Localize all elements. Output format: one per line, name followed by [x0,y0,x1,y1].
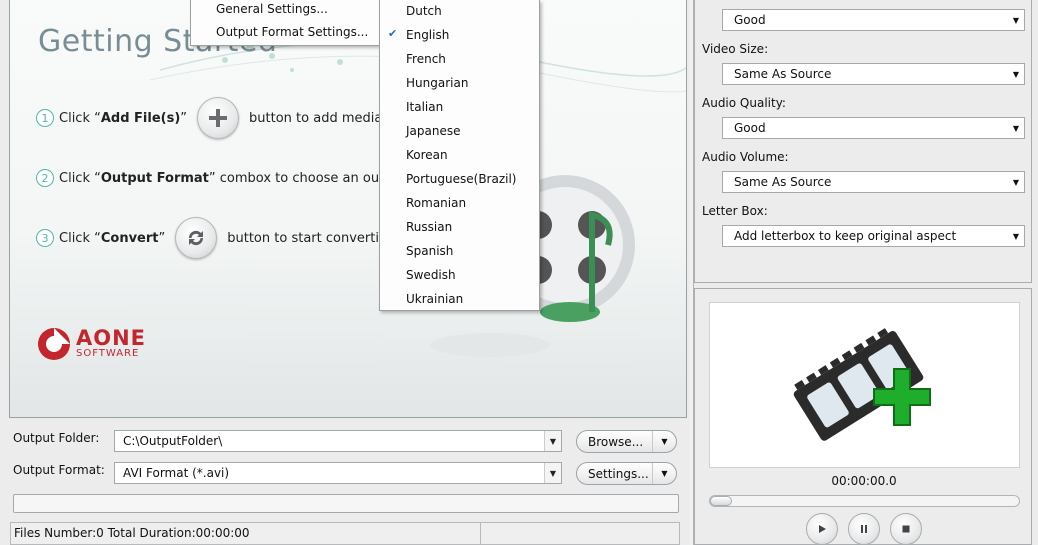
language-item-russian[interactable]: Russian [406,220,452,234]
language-item-dutch[interactable]: Dutch [406,4,442,18]
video-preview [709,302,1020,468]
aone-logo: AONE SOFTWARE [36,326,146,362]
convert-icon [189,230,204,246]
convert-button[interactable] [175,217,218,259]
aone-logo-icon [38,328,70,360]
step-number: 1 [36,109,54,127]
step-number: 2 [36,169,54,187]
menu-item-output-format-settings[interactable]: Output Format Settings... [216,25,368,39]
checkmark-icon: ✔ [388,27,398,40]
quick-settings-box: Good ▼ Video Size: Same As Source ▼ Audi… [694,0,1032,283]
step-1: 1 Click “Add File(s)” button to add medi… [36,96,413,140]
logo-name: AONE [76,326,147,350]
add-video-icon [793,328,931,441]
stop-icon [902,525,910,533]
language-item-swedish[interactable]: Swedish [406,268,456,282]
play-icon [819,525,826,533]
language-item-spanish[interactable]: Spanish [406,244,453,258]
status-text: Files Number:0 Total Duration:00:00:00 [14,526,250,540]
output-folder-value: C:\OutputFolder\ [123,434,223,448]
add-files-button[interactable] [197,97,240,139]
getting-started-panel: Getting Started 1 Click “Add File(s)” bu… [9,0,687,418]
chevron-down-icon[interactable]: ▼ [544,431,561,451]
stop-button[interactable] [890,513,922,545]
preview-time: 00:00:00.0 [831,474,897,488]
step-number: 3 [36,229,54,247]
output-folder-label: Output Folder: [13,431,100,445]
pause-icon [861,525,867,533]
chevron-down-icon[interactable]: ▼ [1013,16,1019,25]
chevron-down-icon[interactable]: ▼ [544,463,561,483]
step-3: 3 Click “Convert” button to start conver… [36,216,405,260]
language-item-japanese[interactable]: Japanese [406,124,461,138]
settings-menu: General Settings... Output Format Settin… [190,0,380,46]
language-item-portuguese[interactable]: Portuguese(Brazil) [406,172,516,186]
play-button[interactable] [806,513,838,545]
language-item-korean[interactable]: Korean [406,148,448,162]
chevron-down-icon[interactable]: ▼ [1013,124,1019,133]
chevron-down-icon[interactable]: ▼ [1013,70,1019,79]
menu-item-general-settings[interactable]: General Settings... [216,2,328,16]
video-size-label: Video Size: [702,42,769,56]
logo-subtitle: SOFTWARE [76,348,140,359]
output-folder-combo[interactable]: C:\OutputFolder\ ▼ [114,430,562,452]
preview-box: 00:00:00.0 [694,288,1032,545]
audio-quality-combo[interactable]: Good ▼ [722,117,1025,139]
pause-button[interactable] [848,513,880,545]
conversion-progress-bar [13,494,679,513]
video-size-combo[interactable]: Same As Source ▼ [722,63,1025,85]
letter-box-combo[interactable]: Add letterbox to keep original aspect ▼ [722,225,1025,247]
chevron-down-icon[interactable]: ▼ [1013,232,1019,241]
language-item-italian[interactable]: Italian [406,100,443,114]
language-item-french[interactable]: French [406,52,446,66]
chevron-down-icon[interactable]: ▼ [652,463,676,484]
settings-button[interactable]: Settings... ▼ [576,462,677,485]
audio-volume-combo[interactable]: Same As Source ▼ [722,171,1025,193]
audio-quality-label: Audio Quality: [702,96,786,110]
status-bar: Files Number:0 Total Duration:00:00:00 [10,522,680,545]
chevron-down-icon[interactable]: ▼ [1013,178,1019,187]
language-item-hungarian[interactable]: Hungarian [406,76,468,90]
plus-icon [209,109,228,127]
side-panel: Good ▼ Video Size: Same As Source ▼ Audi… [693,0,1038,545]
output-format-combo[interactable]: AVI Format (*.avi) ▼ [114,462,562,484]
letter-box-label: Letter Box: [702,204,768,218]
language-item-romanian[interactable]: Romanian [406,196,466,210]
seek-slider[interactable] [709,495,1020,507]
browse-button[interactable]: Browse... ▼ [576,430,677,453]
video-quality-combo[interactable]: Good ▼ [722,9,1025,31]
language-item-ukrainian[interactable]: Ukrainian [406,292,463,306]
chevron-down-icon[interactable]: ▼ [652,431,676,452]
audio-volume-label: Audio Volume: [702,150,789,164]
seek-thumb[interactable] [710,496,732,506]
output-format-label: Output Format: [13,463,105,477]
main-panel: Getting Started 1 Click “Add File(s)” bu… [0,0,690,545]
status-divider [480,523,481,545]
output-format-value: AVI Format (*.avi) [123,466,230,480]
language-item-english[interactable]: English [406,28,449,42]
language-menu: ✔ Dutch English French Hungarian Italian… [379,0,540,311]
